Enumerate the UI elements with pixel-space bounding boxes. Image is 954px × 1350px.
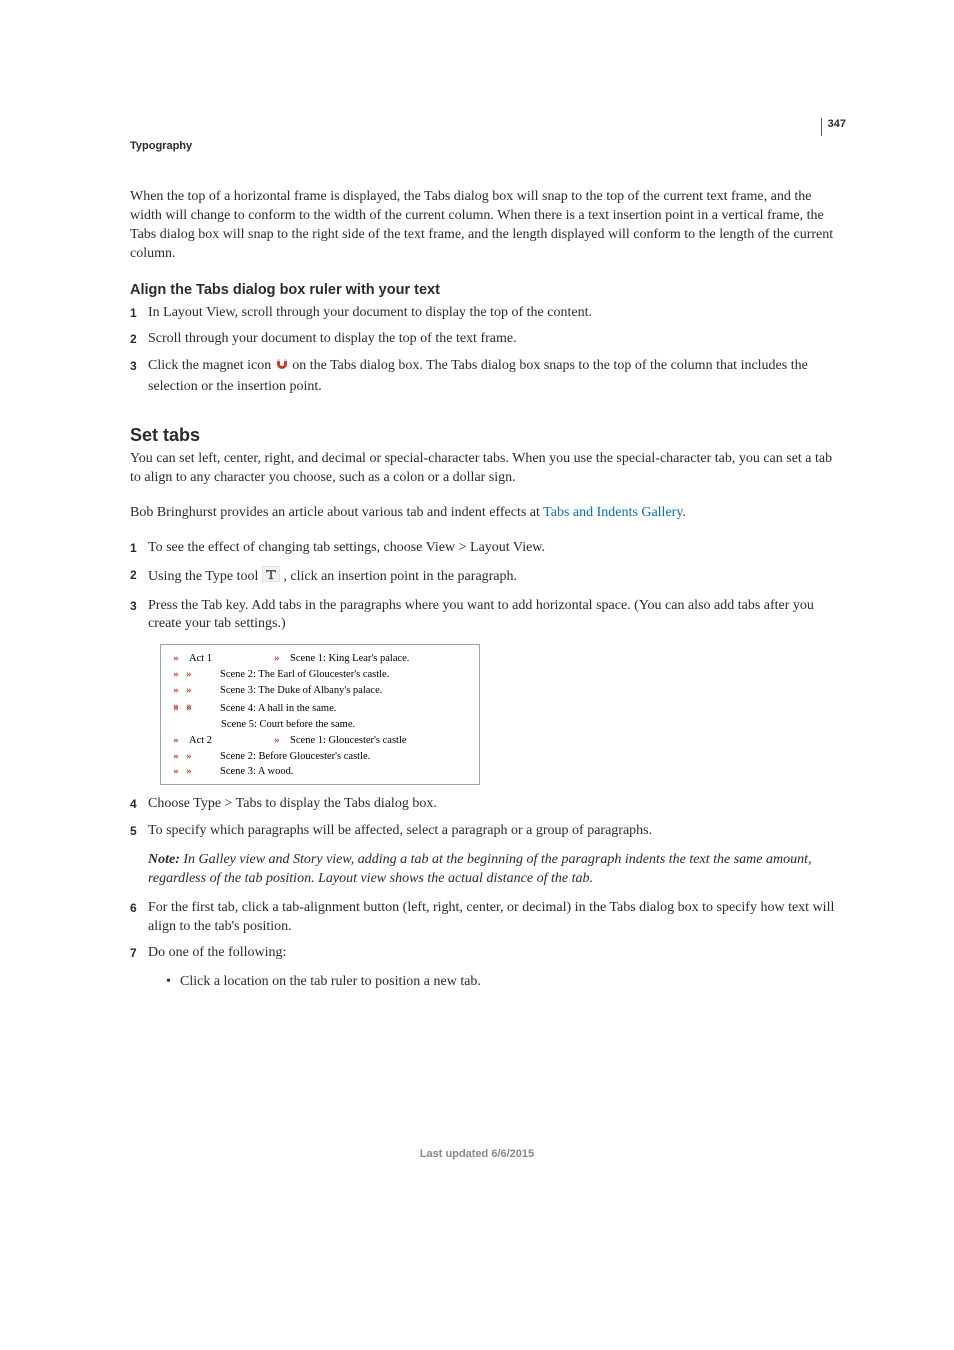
tab-marker-icon: » <box>169 683 183 699</box>
note-text: In Galley view and Story view, adding a … <box>148 852 811 886</box>
align-step-1: In Layout View, scroll through your docu… <box>130 304 844 323</box>
fig-row-8: »» Scene 3: A wood. <box>169 764 471 780</box>
set-tabs-step-5: To specify which paragraphs will be affe… <box>130 822 844 841</box>
set-tabs-steps-list-cont2: For the first tab, click a tab-alignment… <box>130 899 844 964</box>
fig-r6-scene: Scene 1: Gloucester's castle <box>290 735 406 746</box>
magnet-icon <box>275 358 289 378</box>
tab-marker-icon: » <box>270 651 284 667</box>
set-tabs-intro-2: Bob Bringhurst provides an article about… <box>130 504 844 523</box>
tab-marker-icon: » <box>169 733 183 749</box>
fig-row-4b: »» Scene 4: A hall in the same. <box>169 701 471 717</box>
align-step-3-text-a: Click the magnet icon <box>148 358 275 373</box>
fig-r1-scene: Scene 1: King Lear's palace. <box>290 653 409 664</box>
document-page: 347 Typography When the top of a horizon… <box>0 0 954 1350</box>
set-tabs-note: Note: In Galley view and Story view, add… <box>148 851 844 889</box>
set-tabs-steps-list: To see the effect of changing tab settin… <box>130 539 844 635</box>
set-tabs-bullet-1: Click a location on the tab ruler to pos… <box>166 973 844 992</box>
set-tabs-intro-2b: . <box>682 505 686 520</box>
fig-act2: Act 2 <box>189 735 212 746</box>
set-tabs-step-4: Choose Type > Tabs to display the Tabs d… <box>130 795 844 814</box>
heading-set-tabs: Set tabs <box>130 425 844 446</box>
note-label: Note: <box>148 852 180 867</box>
section-header: Typography <box>130 140 844 152</box>
page-number: 347 <box>821 118 846 136</box>
fig-row-6: » Act 2 » Scene 1: Gloucester's castle <box>169 733 471 749</box>
type-tool-icon <box>262 566 280 589</box>
fig-act1: Act 1 <box>189 653 212 664</box>
tab-marker-icon: » <box>169 701 183 717</box>
set-tabs-step-2: Using the Type tool , click an insertion… <box>130 566 844 589</box>
tab-marker-icon: » <box>182 683 196 699</box>
fig-r3: Scene 3: The Duke of Albany's palace. <box>220 685 382 696</box>
fig-row-5: Scene 5: Court before the same. <box>169 717 471 733</box>
tab-marker-icon: » <box>169 749 183 765</box>
fig-row-3: »» Scene 3: The Duke of Albany's palace. <box>169 683 471 699</box>
align-step-2: Scroll through your document to display … <box>130 330 844 349</box>
heading-align-tabs: Align the Tabs dialog box ruler with you… <box>130 282 844 298</box>
set-tabs-intro-1: You can set left, center, right, and dec… <box>130 450 844 488</box>
footer-last-updated: Last updated 6/6/2015 <box>0 1148 954 1160</box>
set-tabs-intro-2a: Bob Bringhurst provides an article about… <box>130 505 543 520</box>
fig-r5: Scene 5: Court before the same. <box>221 719 355 730</box>
fig-r7: Scene 2: Before Gloucester's castle. <box>220 751 370 762</box>
set-tabs-step-2b: , click an insertion point in the paragr… <box>280 569 517 584</box>
tab-marker-icon: » <box>182 764 196 780</box>
tabs-example-figure: »Act 1»Scene 1: King Lear's palace. »»Sc… <box>160 644 480 785</box>
align-step-3: Click the magnet icon on the Tabs dialog… <box>130 357 844 397</box>
tab-marker-icon: » <box>182 701 196 717</box>
set-tabs-step-6: For the first tab, click a tab-alignment… <box>130 899 844 937</box>
fig-r2: Scene 2: The Earl of Gloucester's castle… <box>220 669 389 680</box>
fig-row-2: »» Scene 2: The Earl of Gloucester's cast… <box>169 667 471 683</box>
tab-marker-icon: » <box>169 764 183 780</box>
tab-marker-icon: » <box>169 667 183 683</box>
tab-marker-icon: » <box>182 667 196 683</box>
tab-marker-icon: » <box>182 749 196 765</box>
tab-marker-icon: » <box>169 651 183 667</box>
set-tabs-step-7: Do one of the following: <box>130 944 844 963</box>
set-tabs-step-3: Press the Tab key. Add tabs in the parag… <box>130 597 844 635</box>
set-tabs-step-2a: Using the Type tool <box>148 569 262 584</box>
fig-row-1: » Act 1 » Scene 1: King Lear's palace. <box>169 651 471 667</box>
fig-row-7: »» Scene 2: Before Gloucester's castle. <box>169 749 471 765</box>
fig-r4: Scene 4: A hall in the same. <box>220 703 336 714</box>
align-steps-list: In Layout View, scroll through your docu… <box>130 304 844 398</box>
fig-r8: Scene 3: A wood. <box>220 766 294 777</box>
tab-marker-icon: » <box>270 733 284 749</box>
set-tabs-step-1: To see the effect of changing tab settin… <box>130 539 844 558</box>
intro-paragraph: When the top of a horizontal frame is di… <box>130 188 844 264</box>
tabs-indents-gallery-link[interactable]: Tabs and Indents Gallery <box>543 505 682 520</box>
set-tabs-steps-list-cont: Choose Type > Tabs to display the Tabs d… <box>130 795 844 841</box>
